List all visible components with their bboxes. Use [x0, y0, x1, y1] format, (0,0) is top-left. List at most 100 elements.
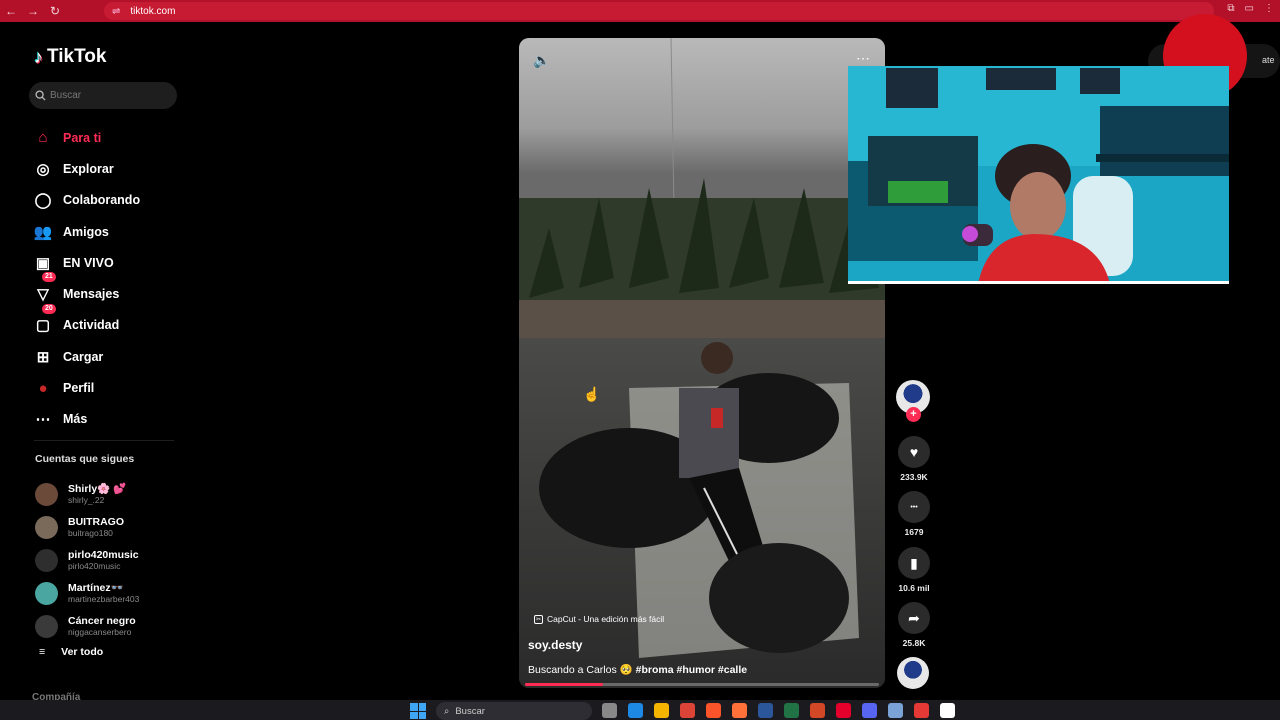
capcut-text: CapCut - Una edición más fácil	[547, 614, 665, 624]
divider	[34, 440, 174, 441]
following-username: buitrago180	[68, 528, 113, 538]
hand-cursor-icon: ☝	[583, 386, 601, 402]
taskbar-app-icon[interactable]	[914, 703, 929, 718]
comment-icon[interactable]: •••	[898, 491, 930, 523]
taskbar-app-icon[interactable]	[654, 703, 669, 718]
save-action: ▮ 10.6 mil	[896, 547, 932, 593]
tiktok-logo[interactable]: ♪ TikTok	[34, 46, 106, 68]
overlay-right-text: ate	[1262, 55, 1275, 65]
taskbar-app-icon[interactable]	[758, 703, 773, 718]
following-item[interactable]: Martínez👓 martinezbarber403	[35, 577, 139, 610]
webcam-overlay	[848, 66, 1229, 284]
share-icon[interactable]: ➦	[898, 602, 930, 634]
forward-icon[interactable]: →	[22, 0, 44, 22]
tiktok-note-icon: ♪	[34, 46, 43, 67]
url-text: tiktok.com	[130, 5, 176, 17]
notification-badge: 20	[42, 303, 56, 314]
taskbar-app-icon[interactable]	[810, 703, 825, 718]
search-input[interactable]	[50, 90, 170, 101]
progress-fill	[525, 683, 603, 686]
windows-taskbar: ⌕ Buscar	[0, 700, 1280, 720]
sidebar-item-explore[interactable]: ◎ Explorar	[34, 153, 140, 184]
following-item[interactable]: pirlo420music pirlo420music	[35, 544, 139, 577]
following-username: pirlo420music	[68, 561, 121, 571]
activity-icon: ▢	[35, 317, 51, 335]
see-all-link[interactable]: ≡ Ver todo	[39, 646, 103, 658]
sidebar-item-for-you[interactable]: ⌂ Para ti	[34, 122, 140, 153]
following-text: Cáncer negro niggacanserbero	[68, 615, 136, 638]
browser-right-icons: ⧉ ▭ ⋮	[1227, 3, 1274, 14]
taskbar-app-icon[interactable]	[602, 703, 617, 718]
sound-avatar[interactable]	[897, 657, 929, 689]
avatar	[35, 615, 58, 638]
sidebar-item-upload[interactable]: ⊞ Cargar	[34, 341, 140, 372]
sidebar-item-collab[interactable]: ◯ Colaborando	[34, 185, 141, 216]
sidebar-item-label: Amigos	[63, 224, 109, 239]
live-icon: ▣	[35, 254, 51, 272]
following-name: Shirly🌸 💕	[68, 483, 127, 495]
taskbar-app-icon[interactable]	[836, 703, 851, 718]
following-name: pirlo420music	[68, 549, 139, 561]
sidebar-item-label: Explorar	[63, 161, 114, 176]
video-frame	[519, 38, 885, 688]
description-text: Buscando a Carlos 🥺	[528, 664, 633, 676]
notification-badge: 21	[42, 272, 56, 283]
profile-icon: ●	[38, 379, 48, 397]
taskbar-app-icon[interactable]	[784, 703, 799, 718]
cast-icon[interactable]: ▭	[1245, 3, 1254, 14]
taskbar-app-icon[interactable]	[706, 703, 721, 718]
browser-toolbar: ← → ↻ ⇌ tiktok.com ⧉ ▭ ⋮	[0, 0, 1280, 22]
video-progress-bar[interactable]	[525, 683, 879, 686]
menu-icon[interactable]: ⋮	[1264, 3, 1274, 14]
following-item[interactable]: Cáncer negro niggacanserbero	[35, 610, 139, 643]
reload-icon[interactable]: ↻	[44, 0, 66, 22]
sidebar: ♪ TikTok ⌂ Para ti ◎ Explorar ◯ Colaborando 👥 A…	[0, 24, 190, 703]
logo-text: TikTok	[47, 46, 107, 67]
following-name: Cáncer negro	[68, 615, 136, 627]
windows-start-icon[interactable]	[410, 703, 426, 719]
following-title: Cuentas que sigues	[35, 453, 135, 465]
translate-icon[interactable]: ⧉	[1227, 3, 1234, 14]
taskbar-app-icon[interactable]	[732, 703, 747, 718]
sidebar-item-label: Perfil	[63, 381, 95, 396]
taskbar-search[interactable]: ⌕ Buscar	[436, 702, 592, 720]
sidebar-item-activity[interactable]: ▢ 20 Actividad	[34, 303, 140, 341]
following-username: martinezbarber403	[68, 594, 140, 604]
explore-icon: ◎	[36, 160, 50, 178]
video-author[interactable]: soy.desty	[528, 638, 582, 652]
video-player[interactable]: 🔈 ⋯ ☝ ✂ CapCut - Una edición más fácil s…	[519, 38, 885, 688]
taskbar-app-icon[interactable]	[940, 703, 955, 718]
following-item[interactable]: BUITRAGO buitrago180	[35, 511, 139, 544]
address-bar[interactable]: ⇌ tiktok.com	[104, 2, 1214, 20]
following-username: shirly_.22	[68, 495, 105, 505]
following-name: BUITRAGO	[68, 516, 124, 528]
search-box[interactable]	[29, 82, 177, 109]
back-icon[interactable]: ←	[0, 0, 22, 22]
following-item[interactable]: Shirly🌸 💕 shirly_.22	[35, 478, 139, 511]
webcam-image	[848, 66, 1229, 281]
follow-plus-button[interactable]: +	[906, 407, 921, 422]
site-settings-icon[interactable]: ⇌	[112, 6, 120, 17]
sidebar-item-friends[interactable]: 👥 Amigos	[34, 216, 140, 247]
sidebar-item-profile[interactable]: ● Perfil	[34, 372, 140, 403]
upload-icon: ⊞	[36, 348, 50, 366]
sidebar-item-label: Colaborando	[63, 193, 141, 208]
heart-icon[interactable]: ♥	[898, 436, 930, 468]
sidebar-item-more[interactable]: ⋯ Más	[34, 404, 140, 435]
sidebar-item-label: Cargar	[63, 349, 104, 364]
taskbar-app-icon[interactable]	[680, 703, 695, 718]
creator-avatar[interactable]: +	[896, 380, 930, 422]
sidebar-item-label: Más	[63, 412, 88, 427]
taskbar-app-icon[interactable]	[628, 703, 643, 718]
volume-icon[interactable]: 🔈	[533, 52, 550, 69]
capcut-banner[interactable]: ✂ CapCut - Una edición más fácil	[534, 614, 664, 624]
taskbar-app-icon[interactable]	[888, 703, 903, 718]
video-more-icon[interactable]: ⋯	[856, 50, 871, 67]
hashtags[interactable]: #broma #humor #calle	[636, 664, 747, 676]
following-list: Shirly🌸 💕 shirly_.22 BUITRAGO buitrago180 pi…	[35, 478, 139, 643]
following-text: Martínez👓 martinezbarber403	[68, 583, 140, 605]
taskbar-app-icon[interactable]	[862, 703, 877, 718]
see-all-label: Ver todo	[61, 646, 104, 658]
share-action: ➦ 25.8K	[896, 602, 932, 648]
bookmark-icon[interactable]: ▮	[898, 547, 930, 579]
